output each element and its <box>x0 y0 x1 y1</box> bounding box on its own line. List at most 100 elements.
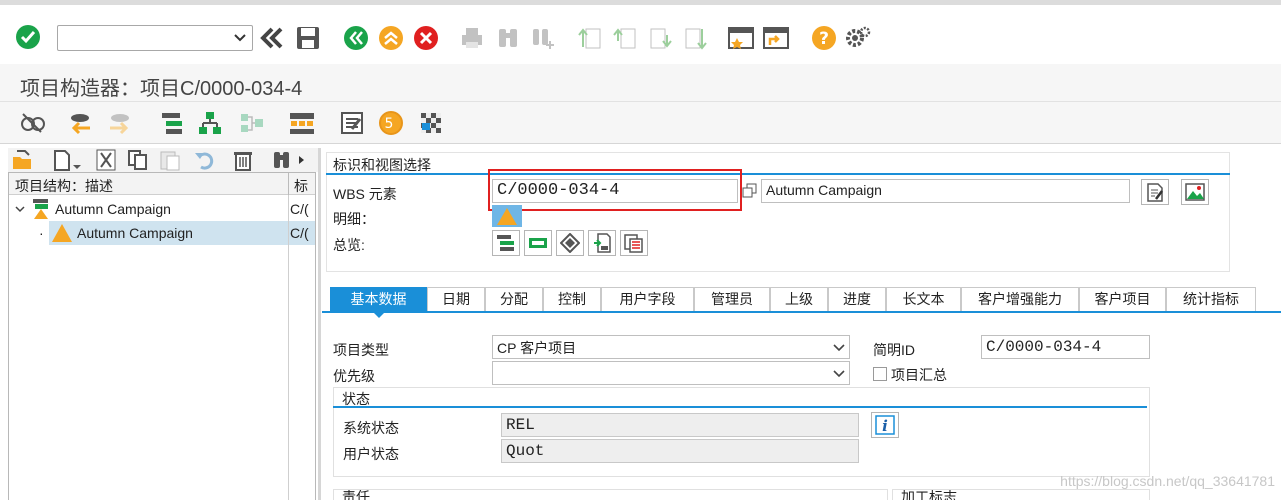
find-icon[interactable] <box>270 148 308 172</box>
user-status-field[interactable]: Quot <box>501 439 859 463</box>
tab-assignments[interactable]: 分配 <box>485 287 543 311</box>
chevron-down-icon[interactable] <box>15 204 25 214</box>
open-folder-icon[interactable] <box>10 148 34 172</box>
overview-document-button[interactable] <box>588 230 616 256</box>
tab-administration[interactable]: 管理员 <box>694 287 770 311</box>
identification-section <box>326 152 1230 272</box>
short-id-input[interactable]: C/0000-034-4 <box>981 335 1150 359</box>
check-icon[interactable] <box>14 23 42 51</box>
priority-label: 优先级 <box>333 368 375 384</box>
wbs-element-icon <box>497 208 517 225</box>
back-icon[interactable] <box>342 24 370 52</box>
settings-icon[interactable] <box>844 24 872 52</box>
overview-activity-button[interactable] <box>524 230 552 256</box>
project-summary-label: 项目汇总 <box>891 367 947 383</box>
tree-row-selected[interactable]: · Autumn Campaign C/( <box>9 221 315 245</box>
wbs-element-icon[interactable] <box>158 109 186 137</box>
active-tab-pointer-icon <box>372 311 386 318</box>
back-double-icon[interactable] <box>258 24 286 52</box>
title-bar: 项目构造器：项目C/0000-034-4 <box>0 64 1281 102</box>
overview-wbs-button[interactable] <box>492 230 520 256</box>
hierarchy-icon[interactable] <box>196 109 224 137</box>
application-toolbar: 5 <box>0 102 1281 144</box>
next-object-icon[interactable] <box>106 109 134 137</box>
project-type-select[interactable]: CP 客户项目 <box>492 335 850 359</box>
last-page-icon[interactable] <box>681 24 709 52</box>
edit-text-button[interactable] <box>1141 179 1169 205</box>
tab-underline <box>322 311 1281 313</box>
new-window-icon[interactable] <box>727 24 755 52</box>
activity-icon <box>529 238 547 248</box>
tree-header-description[interactable]: 项目结构：描述 <box>15 176 113 196</box>
find-icon[interactable] <box>494 24 522 52</box>
tree-row[interactable]: Autumn Campaign C/( <box>9 197 315 221</box>
tab-long-text[interactable]: 长文本 <box>886 287 961 311</box>
pane-splitter[interactable] <box>318 148 321 500</box>
project-summary-checkbox[interactable] <box>873 367 887 381</box>
find-next-icon[interactable] <box>529 24 557 52</box>
detail-wbs-button[interactable] <box>492 205 522 227</box>
first-page-icon[interactable] <box>576 24 604 52</box>
previous-object-icon[interactable] <box>66 109 94 137</box>
tree-item-col2: C/( <box>290 201 309 217</box>
structure-overview-icon[interactable] <box>288 109 316 137</box>
tree-toolbar <box>8 148 318 172</box>
coins-icon[interactable]: 5 <box>377 109 405 137</box>
copy-icon[interactable] <box>126 148 150 172</box>
help-icon[interactable]: ? <box>810 24 838 52</box>
tab-progress[interactable]: 进度 <box>828 287 886 311</box>
paste-icon[interactable] <box>158 148 182 172</box>
project-type-label: 项目类型 <box>333 342 389 358</box>
processing-flags-title: 加工标志 <box>901 489 957 500</box>
section-underline <box>326 173 1230 175</box>
tab-user-fields[interactable]: 用户字段 <box>601 287 694 311</box>
tab-dates[interactable]: 日期 <box>427 287 485 311</box>
tab-customer-enhancement[interactable]: 客户增强能力 <box>961 287 1079 311</box>
shortcut-icon[interactable] <box>762 24 790 52</box>
print-icon[interactable] <box>458 24 486 52</box>
cancel-icon[interactable] <box>412 24 440 52</box>
picture-icon <box>1185 183 1205 201</box>
priority-select[interactable] <box>492 361 850 385</box>
tree-header: 项目结构：描述 标 <box>9 173 315 195</box>
delete-icon[interactable] <box>230 148 256 172</box>
tab-customer-project[interactable]: 客户项目 <box>1079 287 1166 311</box>
tree-bullet: · <box>39 225 44 241</box>
tab-statistics[interactable]: 统计指标 <box>1166 287 1256 311</box>
create-icon[interactable] <box>50 148 84 172</box>
display-change-icon[interactable] <box>18 109 46 137</box>
milestone-icon <box>560 233 580 253</box>
checkerboard-icon[interactable] <box>417 109 445 137</box>
chevron-down-icon[interactable] <box>234 32 246 44</box>
undo-icon[interactable] <box>192 148 218 172</box>
tree-item-label: Autumn Campaign <box>55 201 171 217</box>
next-page-icon[interactable] <box>646 24 674 52</box>
picture-button[interactable] <box>1181 179 1209 205</box>
tab-superior[interactable]: 上级 <box>770 287 828 311</box>
wbs-description-input[interactable]: Autumn Campaign <box>761 179 1130 203</box>
column-divider[interactable] <box>288 173 289 195</box>
save-icon[interactable] <box>294 24 322 52</box>
standard-toolbar: ? <box>0 0 1281 64</box>
svg-text:?: ? <box>819 29 829 49</box>
tree-item-label: Autumn Campaign <box>77 225 193 241</box>
svg-text:5: 5 <box>385 116 394 132</box>
previous-page-icon[interactable] <box>611 24 639 52</box>
tab-control[interactable]: 控制 <box>543 287 601 311</box>
chevron-down-icon[interactable] <box>833 368 845 380</box>
overview-milestone-button[interactable] <box>556 230 584 256</box>
exit-icon[interactable] <box>377 24 405 52</box>
wbs-element-icon <box>52 224 72 242</box>
detail-label: 明细： <box>333 211 375 227</box>
expand-icon[interactable] <box>742 183 758 199</box>
tree-header-col2[interactable]: 标 <box>294 176 308 196</box>
cut-icon[interactable] <box>94 148 118 172</box>
chevron-down-icon[interactable] <box>833 342 845 354</box>
command-field[interactable] <box>57 25 253 51</box>
network-icon[interactable] <box>238 109 266 137</box>
status-info-button[interactable]: i <box>871 412 899 438</box>
overview-list-button[interactable] <box>620 230 648 256</box>
project-definition-icon <box>33 199 48 219</box>
worklist-icon[interactable] <box>338 109 366 137</box>
tab-basic-data[interactable]: 基本数据 <box>330 287 427 311</box>
